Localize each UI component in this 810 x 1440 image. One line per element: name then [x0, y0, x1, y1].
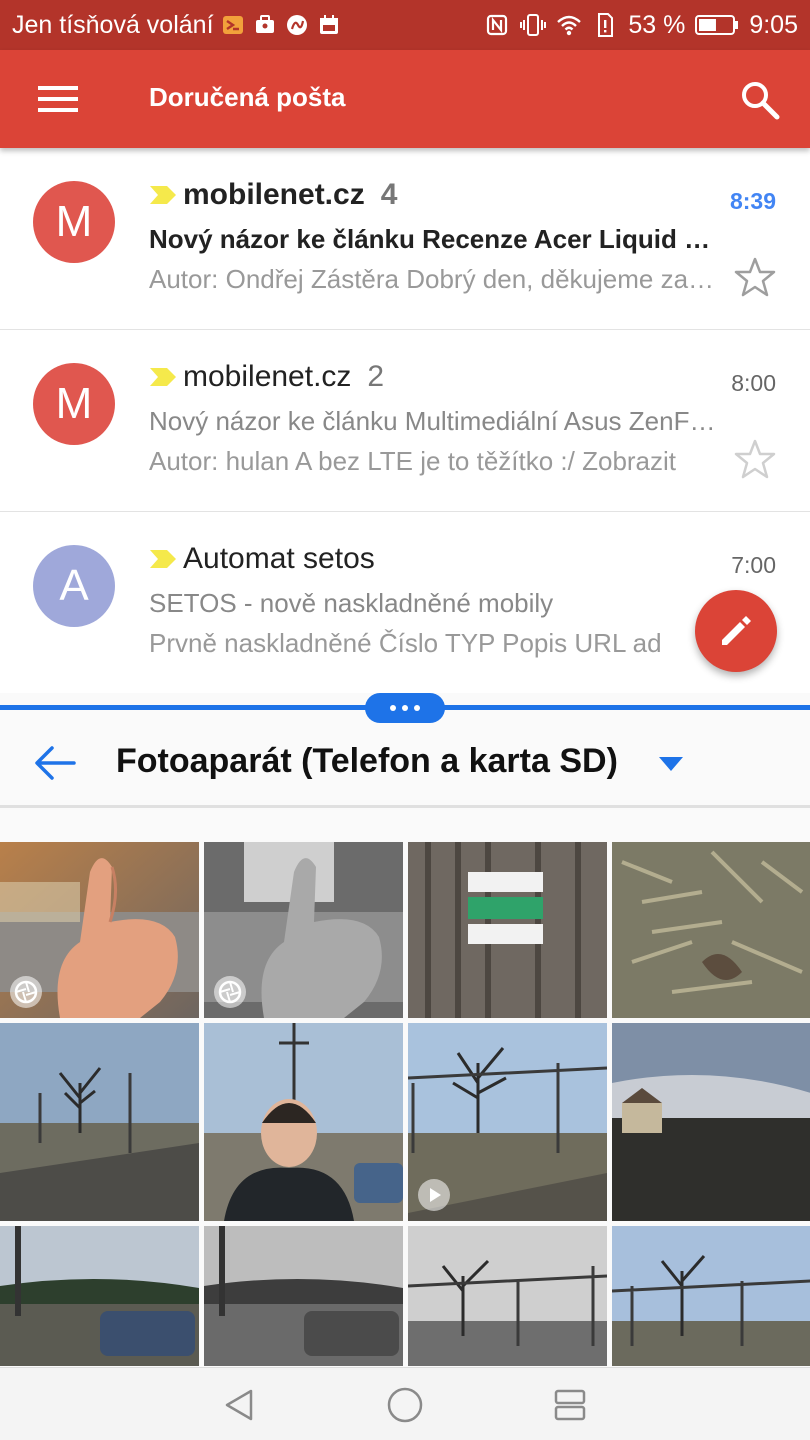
aperture-icon [10, 976, 42, 1008]
photo-thumbnail[interactable] [0, 1226, 199, 1366]
email-snippet: Autor: Ondřej Zástěra Dobrý den, děkujem… [149, 264, 719, 294]
photo-thumbnail[interactable] [612, 842, 810, 1018]
photo-thumbnail[interactable] [612, 1023, 810, 1221]
play-icon [418, 1179, 450, 1211]
sender-name: Automat setos [183, 542, 375, 575]
album-title[interactable]: Fotoaparát (Telefon a karta SD) [116, 742, 618, 781]
importance-marker-icon[interactable] [149, 363, 177, 391]
sender-name: mobilenet.cz [183, 360, 352, 393]
aperture-icon [214, 976, 246, 1008]
photo-thumbnail[interactable] [204, 842, 403, 1018]
status-bar: Jen tísňová volání 53 % 9:05 [0, 0, 810, 50]
compose-button[interactable] [695, 590, 777, 672]
star-icon[interactable] [734, 438, 776, 480]
inbox-list: M mobilenet.cz 4 8:39 Nový názor ke člán… [0, 148, 810, 693]
nav-home-icon[interactable] [380, 1380, 430, 1430]
search-icon[interactable] [734, 74, 786, 126]
email-subject: SETOS - nově naskladněné mobily [149, 588, 554, 618]
nav-recents-icon[interactable] [545, 1380, 595, 1430]
sender-row: mobilenet.cz 4 [149, 178, 397, 212]
vibrate-icon [520, 12, 547, 38]
dropdown-caret-icon[interactable] [658, 756, 684, 772]
email-snippet: Prvně naskladněné Číslo TYP Popis URL ad [149, 628, 662, 658]
calendar-icon [316, 12, 342, 38]
sender-avatar[interactable]: A [33, 545, 115, 627]
sender-avatar[interactable]: M [33, 363, 115, 445]
sender-avatar[interactable]: M [33, 181, 115, 263]
email-time: 7:00 [731, 552, 776, 578]
photo-thumbnail[interactable] [0, 1023, 199, 1221]
page-title: Doručená pošta [149, 82, 346, 112]
battery-percent: 53 % [628, 10, 686, 39]
clock: 9:05 [749, 10, 798, 39]
wifi-icon [556, 12, 582, 38]
email-subject: Nový názor ke článku Multimediální Asus … [149, 406, 719, 436]
notification-icon [220, 12, 246, 38]
carrier-label: Jen tísňová volání [12, 10, 214, 39]
email-row[interactable]: M mobilenet.cz 2 8:00 Nový názor ke člán… [0, 330, 810, 512]
system-nav-bar [0, 1367, 810, 1440]
sender-row: Automat setos [149, 542, 391, 576]
photo-grid [0, 842, 810, 1367]
thread-count: 2 [367, 360, 385, 393]
photo-thumbnail[interactable] [408, 1226, 607, 1366]
photo-thumbnail[interactable] [408, 1023, 607, 1221]
nfc-icon [484, 12, 510, 38]
gesture-icon [284, 12, 310, 38]
photo-thumbnail[interactable] [204, 1023, 403, 1221]
email-snippet: Autor: hulan A bez LTE je to těžítko :/ … [149, 446, 677, 476]
photo-thumbnail[interactable] [408, 842, 607, 1018]
arrow-back-icon[interactable] [30, 738, 80, 788]
email-time: 8:39 [729, 188, 776, 214]
briefcase-icon [252, 12, 278, 38]
importance-marker-icon[interactable] [149, 181, 177, 209]
email-subject: Nový názor ke článku Recenze Acer Liquid… [149, 224, 719, 254]
split-screen-handle[interactable] [365, 693, 445, 723]
gmail-app-bar: Doručená pošta [0, 50, 810, 148]
photo-thumbnail[interactable] [0, 842, 199, 1018]
email-row[interactable]: M mobilenet.cz 4 8:39 Nový názor ke člán… [0, 148, 810, 330]
importance-marker-icon[interactable] [149, 545, 177, 573]
battery-saver-icon [592, 12, 618, 38]
photo-thumbnail[interactable] [612, 1226, 810, 1366]
star-icon[interactable] [734, 256, 776, 298]
nav-back-icon[interactable] [214, 1380, 264, 1430]
sender-row: mobilenet.cz 2 [149, 360, 384, 394]
thread-count: 4 [380, 178, 398, 211]
email-time: 8:00 [731, 370, 776, 396]
gallery-header: Fotoaparát (Telefon a karta SD) [0, 712, 810, 808]
battery-icon [695, 12, 739, 38]
photo-thumbnail[interactable] [204, 1226, 403, 1366]
sender-name: mobilenet.cz [183, 178, 365, 211]
pencil-compose-icon [722, 616, 751, 645]
email-row[interactable]: A Automat setos 7:00 SETOS - nově naskla… [0, 512, 810, 693]
hamburger-menu-icon[interactable] [30, 75, 86, 123]
battery-level-fill [699, 19, 717, 31]
